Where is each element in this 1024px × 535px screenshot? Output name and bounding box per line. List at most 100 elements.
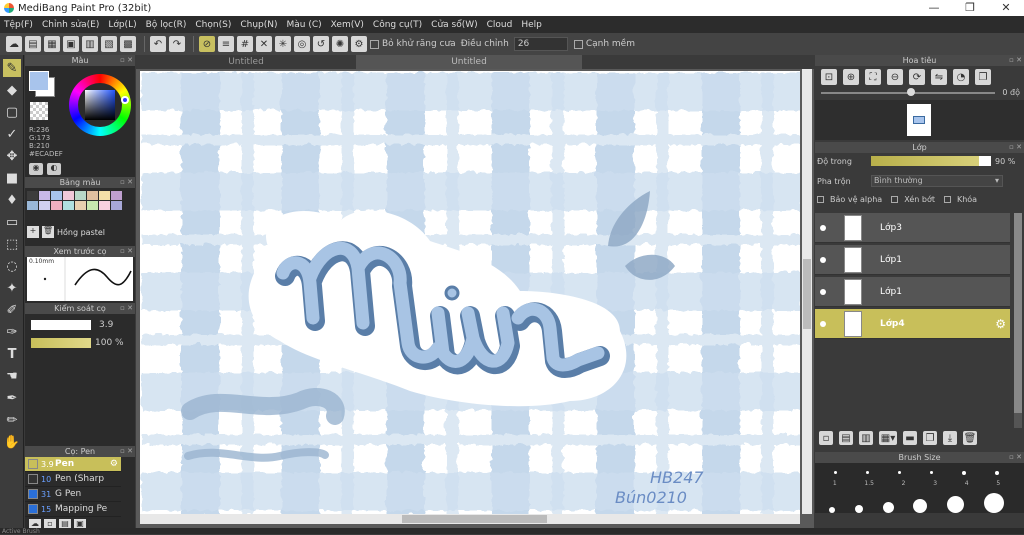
menu-help[interactable]: Help xyxy=(521,20,542,30)
duplicate-layer-icon[interactable]: ❐ xyxy=(923,431,937,445)
minimize-button[interactable]: — xyxy=(916,0,952,16)
close-button[interactable]: ✕ xyxy=(988,0,1024,16)
color-wheel[interactable] xyxy=(69,74,131,136)
horizontal-scrollbar[interactable] xyxy=(140,514,800,524)
tab-untitled-1[interactable]: Untitled xyxy=(136,55,356,69)
cloud-icon[interactable]: ☁ xyxy=(6,36,22,52)
lasso-tool-icon[interactable]: ◌ xyxy=(3,257,21,275)
hand-tool-icon[interactable]: ✋ xyxy=(3,433,21,451)
clipping-checkbox[interactable] xyxy=(891,196,899,203)
color-mode-icon[interactable]: ◉ xyxy=(29,163,43,175)
palette-swatch[interactable] xyxy=(87,191,98,200)
print-icon[interactable]: ▧ xyxy=(101,36,117,52)
palette-swatch[interactable] xyxy=(99,201,110,210)
adjust-input[interactable]: 26 xyxy=(513,37,568,51)
new-layer-icon[interactable]: ▫ xyxy=(819,431,833,445)
layer-settings-gear-icon[interactable]: ⚙ xyxy=(995,317,1006,331)
menu-window[interactable]: Cửa sổ(W) xyxy=(431,20,477,30)
zoom-out-icon[interactable]: ⊖ xyxy=(887,69,903,85)
circle-snap-icon[interactable]: ◎ xyxy=(294,36,310,52)
brush-tool-icon[interactable]: ✎ xyxy=(3,59,21,77)
brush-size-dot[interactable] xyxy=(930,471,934,474)
lock-checkbox[interactable] xyxy=(943,196,951,203)
gradient-tool-icon[interactable]: ▭ xyxy=(3,213,21,231)
menu-file[interactable]: Tệp(F) xyxy=(4,20,33,30)
brush-size-slider[interactable] xyxy=(31,320,91,330)
select-pen-icon[interactable]: ✐ xyxy=(3,301,21,319)
palette-swatch[interactable] xyxy=(63,201,74,210)
foreground-color-swatch-top[interactable] xyxy=(29,71,49,91)
visibility-icon[interactable] xyxy=(820,288,826,295)
vertical-scrollbar[interactable] xyxy=(802,69,812,514)
visibility-icon[interactable] xyxy=(820,320,826,327)
menu-snap[interactable]: Chụp(N) xyxy=(240,20,277,30)
menu-edit[interactable]: Chỉnh sửa(E) xyxy=(42,20,99,30)
menu-color[interactable]: Màu (C) xyxy=(287,20,322,30)
reset-view-icon[interactable]: ◔ xyxy=(953,69,969,85)
rotate-icon[interactable]: ⟳ xyxy=(909,69,925,85)
menu-layer[interactable]: Lớp(L) xyxy=(108,20,136,30)
select-tool-icon[interactable]: ⬚ xyxy=(3,235,21,253)
navigator-preview[interactable] xyxy=(815,100,1024,140)
check-tool-icon[interactable]: ✓ xyxy=(3,125,21,143)
brush-size-dot[interactable] xyxy=(854,505,863,513)
magic-wand-icon[interactable]: ✦ xyxy=(3,279,21,297)
menu-view[interactable]: Xem(V) xyxy=(331,20,364,30)
open-icon[interactable]: ▦ xyxy=(44,36,60,52)
eraser-tool-icon[interactable]: ◆ xyxy=(3,81,21,99)
palette-swatch[interactable] xyxy=(39,191,50,200)
parallel-snap-icon[interactable]: ≡ xyxy=(218,36,234,52)
hue-picker[interactable] xyxy=(121,96,129,104)
visibility-icon[interactable] xyxy=(820,256,826,263)
brush-item[interactable]: 3.9 Pen ⚙ xyxy=(25,457,121,472)
move-tool-icon[interactable]: ✥ xyxy=(3,147,21,165)
brush-item[interactable]: 31 G Pen xyxy=(25,487,121,502)
layer-row-lop1[interactable]: Lớp1 xyxy=(815,245,1010,275)
color-history-icon[interactable]: ◐ xyxy=(47,163,61,175)
settings-snap-icon[interactable]: ⚙ xyxy=(351,36,367,52)
flip-icon[interactable]: ⇋ xyxy=(931,69,947,85)
new-halftone-layer-icon[interactable]: ▤ xyxy=(839,431,853,445)
palette-swatch[interactable] xyxy=(111,201,122,210)
save-icon[interactable]: ▣ xyxy=(63,36,79,52)
protect-alpha-checkbox[interactable] xyxy=(817,196,824,203)
palette-swatch[interactable] xyxy=(99,191,110,200)
layer-scrollbar[interactable] xyxy=(1014,213,1022,428)
perspective-snap-icon[interactable]: ✺ xyxy=(332,36,348,52)
palette-swatch[interactable] xyxy=(39,201,50,210)
delete-color-icon[interactable]: 🗑 xyxy=(42,226,54,238)
text-tool-icon[interactable]: T xyxy=(3,345,21,363)
brush-size-dot[interactable] xyxy=(947,496,965,513)
curve-snap-icon[interactable]: ↺ xyxy=(313,36,329,52)
rectangle-tool-icon[interactable]: ▢ xyxy=(3,103,21,121)
brush-size-dot[interactable] xyxy=(897,471,901,474)
brush-item[interactable]: 10 Pen (Sharp xyxy=(25,472,121,487)
drawing-canvas[interactable]: HB247 Bún0210 xyxy=(140,71,800,514)
brush-size-dot[interactable] xyxy=(995,471,1000,475)
undo-icon[interactable]: ↶ xyxy=(150,36,166,52)
menu-filter[interactable]: Bộ lọc(R) xyxy=(146,20,187,30)
add-layer-menu-icon[interactable]: ▦▾ xyxy=(879,431,897,445)
rotation-handle[interactable] xyxy=(907,88,915,96)
soft-edge-checkbox[interactable] xyxy=(573,39,583,49)
layer-opacity-slider[interactable] xyxy=(871,156,991,166)
palette-swatch[interactable] xyxy=(75,201,86,210)
blend-mode-select[interactable]: Bình thường ▾ xyxy=(871,175,1003,187)
zoom-fit-icon[interactable]: ⊡ xyxy=(821,69,837,85)
operation-tool-icon[interactable]: ☚ xyxy=(3,367,21,385)
brush-size-dot[interactable] xyxy=(984,493,1005,513)
zoom-in-icon[interactable]: ⊕ xyxy=(843,69,859,85)
folder-icon[interactable]: ▬ xyxy=(903,431,917,445)
menu-cloud[interactable]: Cloud xyxy=(487,20,513,30)
palette-swatch[interactable] xyxy=(27,191,38,200)
grid-icon[interactable]: ▩ xyxy=(120,36,136,52)
transparent-swatch[interactable] xyxy=(30,102,48,120)
brush-size-dot[interactable] xyxy=(865,471,869,474)
menu-select[interactable]: Chọn(S) xyxy=(195,20,231,30)
palette-swatch[interactable] xyxy=(87,201,98,210)
brush-size-dot[interactable] xyxy=(833,471,837,474)
palette-swatch[interactable] xyxy=(27,201,38,210)
radial-snap-icon[interactable]: ✳ xyxy=(275,36,291,52)
palette-swatch[interactable] xyxy=(75,191,86,200)
palette-swatch[interactable] xyxy=(51,201,62,210)
